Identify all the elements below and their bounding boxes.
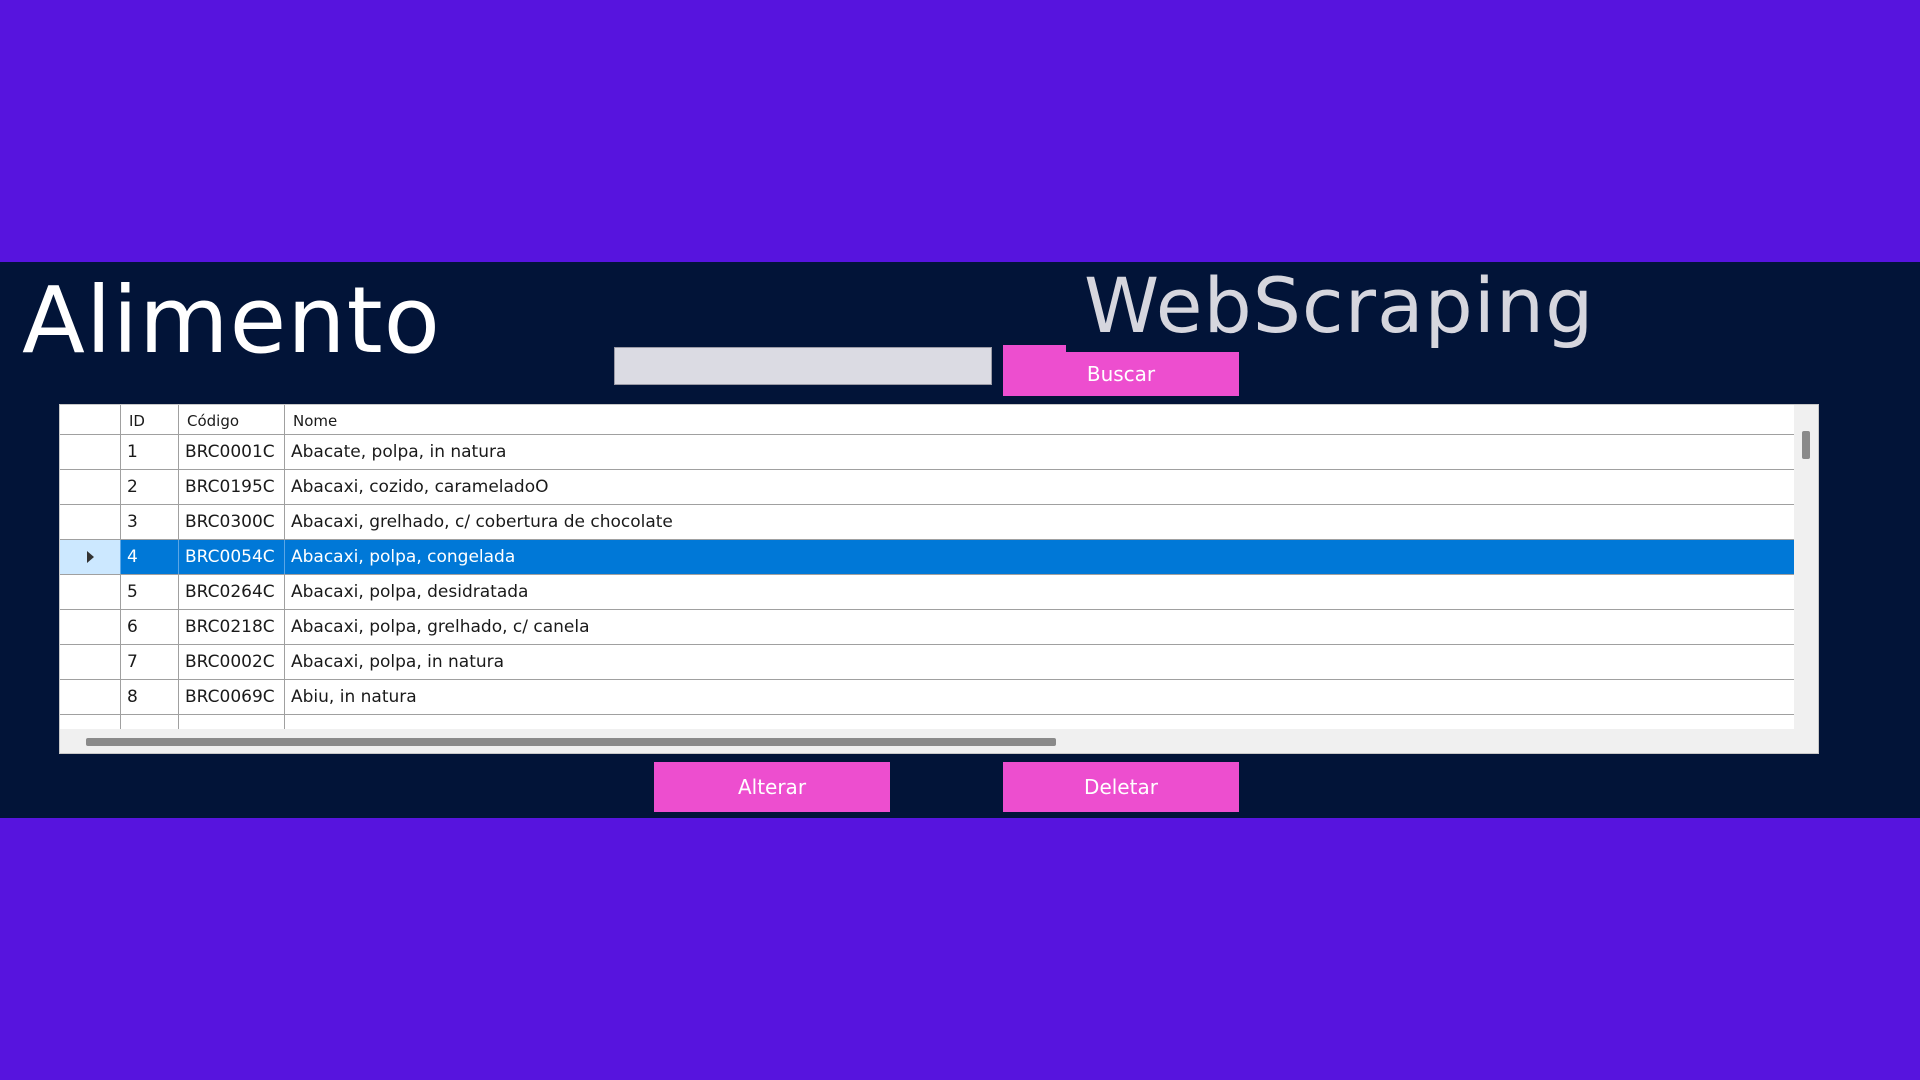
vertical-scrollbar[interactable] <box>1794 405 1818 729</box>
table-row[interactable]: 6 BRC0218C Abacaxi, polpa, grelhado, c/ … <box>60 610 1795 645</box>
search-input[interactable] <box>614 347 992 385</box>
cell-codigo: BRC0002C <box>179 645 285 679</box>
table-row[interactable]: 2 BRC0195C Abacaxi, cozido, carameladoO <box>60 470 1795 505</box>
row-selector[interactable] <box>60 680 121 714</box>
row-selector[interactable] <box>60 645 121 679</box>
vertical-scroll-thumb[interactable] <box>1802 431 1810 459</box>
cell-nome: Abacaxi, polpa, desidratada <box>291 582 529 602</box>
cell-id: 1 <box>121 435 179 469</box>
cell-id: 4 <box>121 540 179 574</box>
row-selector[interactable] <box>60 470 121 504</box>
row-selector[interactable] <box>60 505 121 539</box>
cell-nome: Abiu, in natura <box>291 687 417 707</box>
horizontal-scrollbar[interactable] <box>60 729 1818 753</box>
column-header-codigo[interactable]: Código <box>179 405 285 434</box>
table-row-selected[interactable]: 4 BRC0054C Abacaxi, polpa, congelada <box>60 540 1795 575</box>
cell-codigo: BRC0218C <box>179 610 285 644</box>
table-row[interactable]: 3 BRC0300C Abacaxi, grelhado, c/ cobertu… <box>60 505 1795 540</box>
table-row[interactable]: 7 BRC0002C Abacaxi, polpa, in natura <box>60 645 1795 680</box>
row-selector[interactable] <box>60 715 121 729</box>
grid-body: ID Código Nome 1 BRC0001C Abacate, polpa… <box>60 405 1795 729</box>
table-row[interactable]: 5 BRC0264C Abacaxi, polpa, desidratada <box>60 575 1795 610</box>
cell-id: 5 <box>121 575 179 609</box>
app-brand-title: WebScraping <box>1084 261 1595 350</box>
food-data-grid[interactable]: ID Código Nome 1 BRC0001C Abacate, polpa… <box>59 404 1819 754</box>
search-button[interactable]: Buscar <box>1003 345 1239 396</box>
cell-codigo: BRC0264C <box>179 575 285 609</box>
row-selector[interactable] <box>60 610 121 644</box>
cell-id: 8 <box>121 680 179 714</box>
row-selector[interactable] <box>60 540 121 574</box>
app-panel: Alimento WebScraping Buscar ID Código No… <box>0 261 1920 818</box>
cell-codigo: BRC0195C <box>179 470 285 504</box>
cell-id: 7 <box>121 645 179 679</box>
cell-id: 6 <box>121 610 179 644</box>
column-header-id[interactable]: ID <box>121 405 179 434</box>
alterar-button[interactable]: Alterar <box>654 762 890 812</box>
page-title: Alimento <box>22 267 441 374</box>
current-row-arrow-icon <box>86 551 94 563</box>
cell-nome: Abacaxi, grelhado, c/ cobertura de choco… <box>291 512 673 532</box>
cell-nome: Abacaxi, polpa, grelhado, c/ canela <box>291 617 590 637</box>
cell-codigo: BRC0054C <box>179 540 285 574</box>
cell-id: 2 <box>121 470 179 504</box>
cell-nome: Abacaxi, cozido, carameladoO <box>291 477 549 497</box>
row-header-corner[interactable] <box>60 405 121 434</box>
row-selector[interactable] <box>60 435 121 469</box>
cell-nome: Abacaxi, polpa, congelada <box>291 547 516 567</box>
cell-id <box>121 715 179 729</box>
table-row[interactable]: 8 BRC0069C Abiu, in natura <box>60 680 1795 715</box>
cell-codigo <box>179 715 285 729</box>
cell-codigo: BRC0069C <box>179 680 285 714</box>
deletar-button[interactable]: Deletar <box>1003 762 1239 812</box>
table-row[interactable]: 1 BRC0001C Abacate, polpa, in natura <box>60 435 1795 470</box>
cell-nome <box>285 715 1795 729</box>
horizontal-scroll-thumb[interactable] <box>86 738 1056 746</box>
row-selector[interactable] <box>60 575 121 609</box>
cell-nome: Abacate, polpa, in natura <box>291 442 507 462</box>
cell-codigo: BRC0300C <box>179 505 285 539</box>
grid-header: ID Código Nome <box>60 405 1795 435</box>
cell-id: 3 <box>121 505 179 539</box>
column-header-nome[interactable]: Nome <box>285 405 1795 434</box>
table-row-partial[interactable] <box>60 715 1795 729</box>
cell-nome: Abacaxi, polpa, in natura <box>291 652 505 672</box>
cell-codigo: BRC0001C <box>179 435 285 469</box>
